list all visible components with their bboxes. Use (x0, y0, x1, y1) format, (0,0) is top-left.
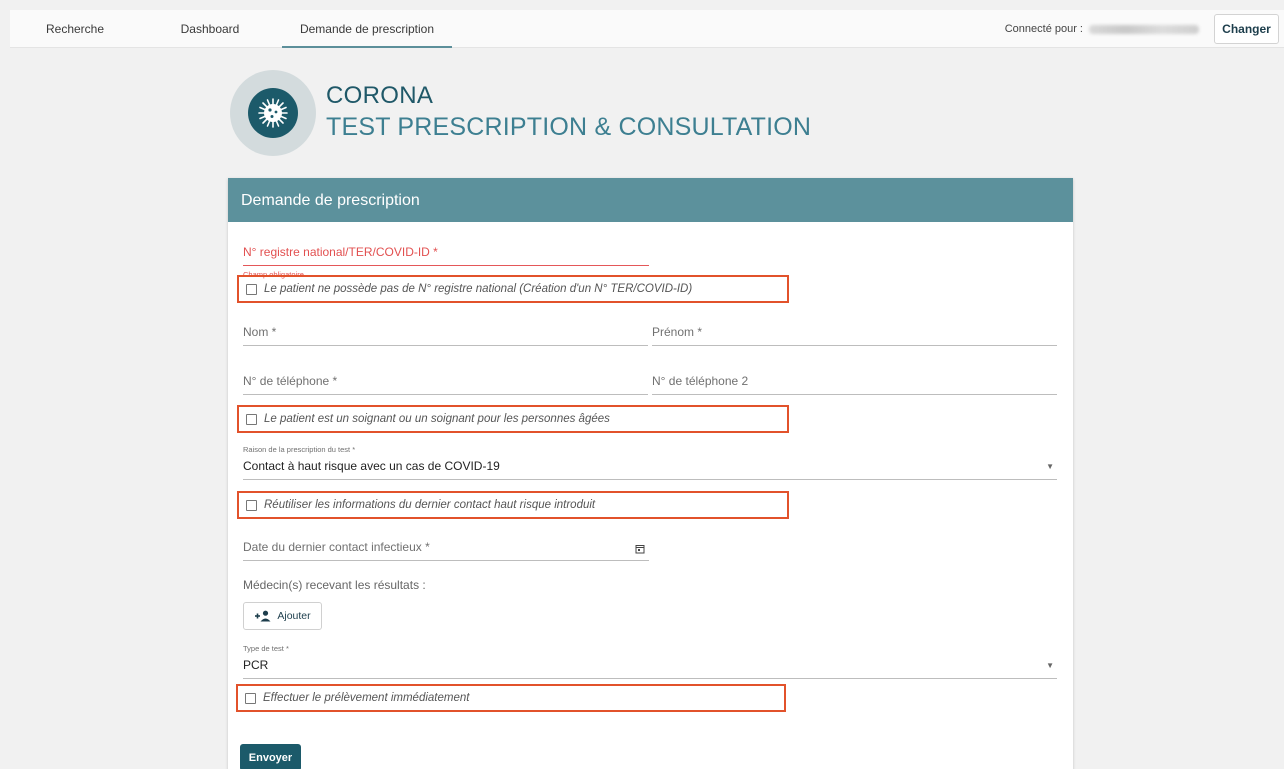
chevron-down-icon: ▼ (1046, 661, 1054, 670)
no-national-id-label: Le patient ne possède pas de N° registre… (264, 283, 693, 295)
last-name-input[interactable]: Nom * (243, 320, 648, 346)
add-person-icon (255, 610, 271, 622)
virus-icon (248, 88, 298, 138)
reuse-contact-label: Réutiliser les informations du dernier c… (264, 499, 596, 511)
change-button[interactable]: Changer (1214, 14, 1279, 44)
corona-logo (230, 70, 316, 156)
test-type-value: PCR (243, 658, 269, 672)
connected-user: Connecté pour : (1005, 10, 1199, 48)
form-title: Demande de prescription (228, 178, 1073, 222)
phone2-input[interactable]: N° de téléphone 2 (652, 369, 1057, 395)
tab-dashboard[interactable]: Dashboard (170, 10, 250, 48)
caregiver-checkbox[interactable] (246, 413, 257, 425)
tab-recherche[interactable]: Recherche (35, 10, 115, 48)
first-name-input[interactable]: Prénom * (652, 320, 1057, 346)
immediate-sampling-checkbox[interactable] (245, 692, 256, 704)
reason-label: Raison de la prescription du test * (243, 445, 356, 454)
add-doctor-label: Ajouter (277, 610, 311, 622)
page-title: CORONA (326, 82, 434, 109)
reuse-contact-row: Réutiliser les informations du dernier c… (237, 491, 789, 519)
last-contact-date-input[interactable]: Date du dernier contact infectieux * (243, 535, 649, 561)
reason-value: Contact à haut risque avec un cas de COV… (243, 459, 500, 473)
tab-demande-de-prescription[interactable]: Demande de prescription (282, 10, 452, 48)
immediate-sampling-row: Effectuer le prélèvement immédiatement (236, 684, 786, 712)
test-type-label: Type de test * (243, 644, 289, 653)
doctors-label: Médecin(s) recevant les résultats : (243, 578, 426, 592)
phone-input[interactable]: N° de téléphone * (243, 369, 648, 395)
top-navigation: Recherche Dashboard Demande de prescript… (10, 10, 1284, 48)
chevron-down-icon: ▼ (1046, 462, 1054, 471)
no-national-id-checkbox[interactable] (246, 283, 257, 295)
submit-button[interactable]: Envoyer (240, 744, 301, 769)
add-doctor-button[interactable]: Ajouter (243, 602, 322, 630)
no-national-id-row: Le patient ne possède pas de N° registre… (237, 275, 789, 303)
immediate-sampling-label: Effectuer le prélèvement immédiatement (263, 692, 470, 704)
connected-label: Connecté pour : (1004, 23, 1083, 35)
national-id-input[interactable]: N° registre national/TER/COVID-ID * (243, 240, 649, 266)
prescription-form-card: Demande de prescription N° registre nati… (228, 178, 1073, 769)
blurred-username (1089, 24, 1199, 34)
reuse-contact-checkbox[interactable] (246, 499, 257, 511)
page-subtitle: TEST PRESCRIPTION & CONSULTATION (326, 113, 812, 141)
caregiver-row: Le patient est un soignant ou un soignan… (237, 405, 789, 433)
reason-select[interactable]: Contact à haut risque avec un cas de COV… (243, 454, 1057, 480)
test-type-select[interactable]: PCR ▼ (243, 653, 1057, 679)
calendar-icon[interactable] (635, 544, 645, 554)
caregiver-label: Le patient est un soignant ou un soignan… (264, 413, 610, 425)
